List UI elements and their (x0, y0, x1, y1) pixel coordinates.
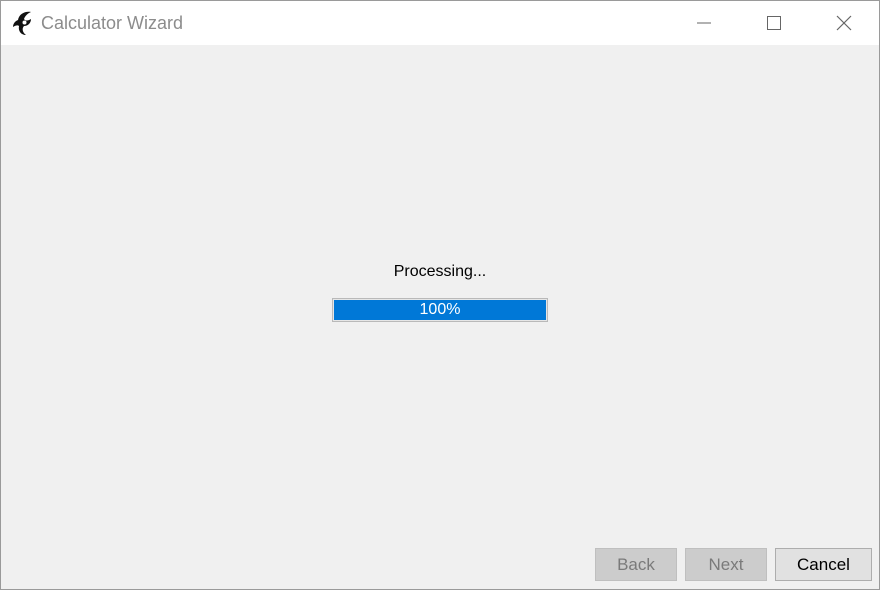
window-title: Calculator Wizard (41, 13, 184, 33)
minimize-icon (696, 15, 712, 31)
next-button[interactable]: Next (685, 548, 767, 581)
title-bar[interactable]: Calculator Wizard (1, 1, 879, 45)
wizard-content: Processing... 100% Back Next Cancel (1, 45, 879, 589)
progress-label: 100% (419, 301, 461, 318)
maximize-button[interactable] (739, 1, 809, 45)
status-label: Processing... (393, 263, 487, 280)
close-icon (835, 14, 853, 32)
back-button[interactable]: Back (595, 548, 677, 581)
progress-bar: 100% (332, 298, 548, 322)
minimize-button[interactable] (669, 1, 739, 45)
close-button[interactable] (809, 1, 879, 45)
maximize-icon (766, 15, 782, 31)
wizard-window: Calculator Wizard Processing... 100% Bac… (0, 0, 880, 590)
cancel-button[interactable]: Cancel (775, 548, 872, 581)
app-logo-icon (11, 10, 37, 36)
